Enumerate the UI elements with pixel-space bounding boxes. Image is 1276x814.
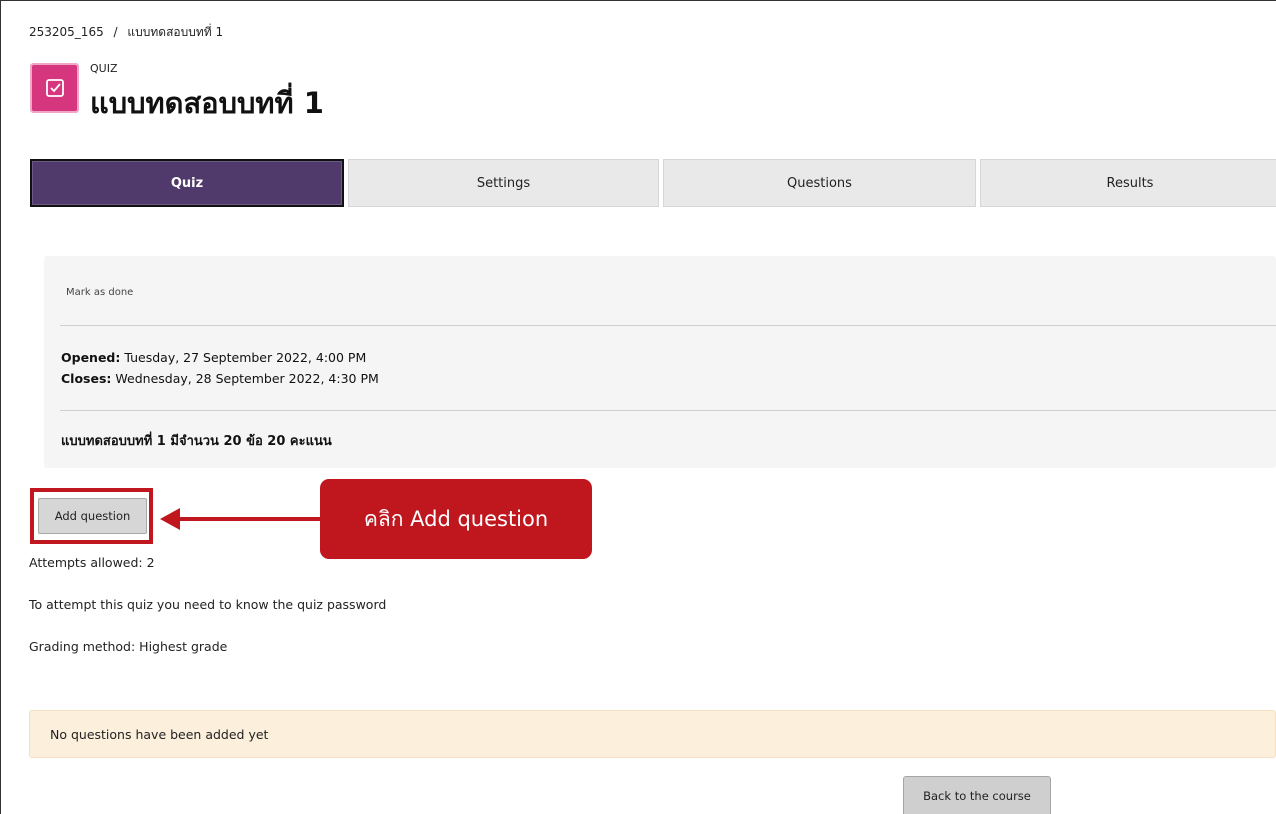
grading-method: Grading method: Highest grade [29, 639, 228, 654]
arrow-left-icon [160, 508, 180, 530]
closes-label: Closes: [61, 371, 112, 386]
checkbox-icon [30, 63, 79, 113]
closes-date: Closes: Wednesday, 28 September 2022, 4:… [61, 368, 379, 389]
activity-info-panel: Mark as done Opened: Tuesday, 27 Septemb… [44, 256, 1276, 468]
back-to-course-button[interactable]: Back to the course [903, 776, 1051, 814]
opened-value: Tuesday, 27 September 2022, 4:00 PM [124, 350, 367, 365]
opened-label: Opened: [61, 350, 121, 365]
breadcrumb-current[interactable]: แบบทดสอบบทที่ 1 [127, 25, 223, 39]
activity-dates: Opened: Tuesday, 27 September 2022, 4:00… [61, 347, 379, 389]
quiz-tabs: Quiz Settings Questions Results [30, 159, 1276, 207]
checkbox-icon-glyph [45, 79, 64, 97]
tab-questions[interactable]: Questions [663, 159, 976, 207]
add-question-button[interactable]: Add question [38, 498, 147, 534]
opened-date: Opened: Tuesday, 27 September 2022, 4:00… [61, 347, 379, 368]
breadcrumb-separator: / [113, 25, 118, 39]
divider [60, 410, 1276, 411]
tab-results[interactable]: Results [980, 159, 1276, 207]
password-notice: To attempt this quiz you need to know th… [29, 597, 387, 612]
tab-settings[interactable]: Settings [348, 159, 659, 207]
page-title: แบบทดสอบบทที่ 1 [90, 86, 324, 120]
attempts-allowed: Attempts allowed: 2 [29, 555, 155, 570]
quiz-description: แบบทดสอบบทที่ 1 มีจำนวน 20 ข้อ 20 คะแนน [61, 434, 332, 449]
activity-type-label: QUIZ [90, 62, 118, 75]
mark-as-done-button[interactable]: Mark as done [66, 287, 133, 298]
breadcrumb: 253205_165 / แบบทดสอบบทที่ 1 [29, 23, 223, 42]
closes-value: Wednesday, 28 September 2022, 4:30 PM [115, 371, 379, 386]
tab-quiz[interactable]: Quiz [30, 159, 344, 207]
arrow-shaft [178, 517, 322, 521]
no-questions-alert: No questions have been added yet [29, 710, 1276, 758]
instruction-callout: คลิก Add question [320, 479, 592, 559]
breadcrumb-course-link[interactable]: 253205_165 [29, 25, 104, 39]
divider [60, 325, 1276, 326]
